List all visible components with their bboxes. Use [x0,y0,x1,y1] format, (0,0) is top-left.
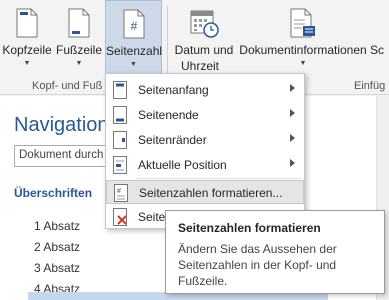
navigation-title: Navigation [14,114,109,136]
submenu-arrow-icon [290,134,295,142]
menu-item-label: Aktuelle Position [138,158,227,172]
menu-item-format-page-numbers[interactable]: # Seitenzahlen formatieren... [106,180,304,204]
document-info-icon [289,8,317,38]
chevron-down-icon: ▼ [130,61,137,68]
quick-parts-label: Sc [370,43,385,57]
header-button-label: Kopfzeile [2,43,52,57]
page-number-menu: Seitenanfang Seitenende Seitenränder Akt… [105,73,305,229]
menu-item-label: Seitenränder [138,133,207,147]
date-time-button[interactable]: Datum und Uhrzeit [172,0,236,78]
document-info-button[interactable]: Dokumentinformationen ▼ [238,0,368,78]
page-margins-icon [112,131,128,149]
nav-heading-item[interactable]: 1 Absatz [34,219,80,233]
chevron-down-icon: ▼ [299,60,307,67]
header-page-icon [15,8,39,38]
tooltip-body: Ändern Sie das Aussehen der Seitenzahlen… [178,242,337,288]
submenu-arrow-icon [290,109,295,117]
document-info-label: Dokumentinformationen [239,43,367,57]
remove-page-numbers-icon [112,208,128,226]
bottom-of-page-icon [112,106,128,124]
format-page-numbers-icon: # [113,184,129,202]
menu-item-current-position[interactable]: Aktuelle Position [106,153,304,177]
tab-headings[interactable]: Überschriften [14,186,92,200]
date-time-label-line2: Uhrzeit [180,59,219,73]
menu-item-label: Seitenzahlen formatieren... [139,186,283,200]
page-number-button[interactable]: # Seitenzahl ▼ [105,0,162,78]
header-button[interactable]: Kopfzeile ▼ [2,0,52,78]
tooltip: Seitenzahlen formatieren Ändern Sie das … [165,210,385,294]
menu-item-label: Seitenende [138,108,199,122]
submenu-arrow-icon [290,84,295,92]
submenu-arrow-icon [290,159,295,167]
tooltip-title: Seitenzahlen formatieren [178,221,321,235]
menu-item-page-margins[interactable]: Seitenränder [106,128,304,152]
svg-text:#: # [117,188,121,195]
footer-button[interactable]: Fußzeile ▼ [54,0,104,78]
menu-item-top-of-page[interactable]: Seitenanfang [106,78,304,102]
svg-text:#: # [130,19,137,33]
footer-button-label: Fußzeile [55,43,102,57]
chevron-down-icon: ▼ [75,60,83,67]
page-number-icon: # [122,9,146,39]
page-number-button-label: Seitenzahl [106,44,163,58]
menu-separator [136,178,302,179]
nav-heading-item[interactable]: 2 Absatz [34,240,80,254]
current-position-icon [112,156,128,174]
group-label-header-footer: Kopf- und Fuß [32,80,103,92]
date-time-label-line1: Datum und [174,43,234,57]
footer-page-icon [67,8,91,38]
group-label-insert: Einfüg [354,80,386,92]
quick-parts-button[interactable]: Sc [370,0,389,78]
menu-item-bottom-of-page[interactable]: Seitenende [106,103,304,127]
menu-item-label: Seitenanfang [138,83,209,97]
top-of-page-icon [112,81,128,99]
nav-heading-item[interactable]: 3 Absatz [34,261,80,275]
chevron-down-icon: ▼ [23,60,31,67]
calendar-clock-icon [189,8,219,41]
